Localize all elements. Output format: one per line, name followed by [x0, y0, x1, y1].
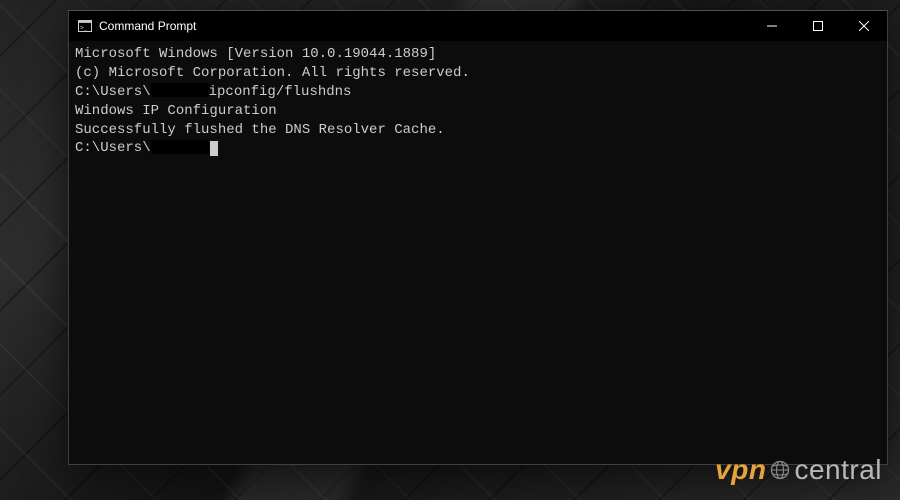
window-title: Command Prompt [99, 19, 749, 33]
cursor [210, 141, 218, 156]
maximize-button[interactable] [795, 11, 841, 41]
prompt-prefix: C:\Users\ [75, 84, 151, 100]
result-line: Successfully flushed the DNS Resolver Ca… [75, 121, 881, 140]
minimize-button[interactable] [749, 11, 795, 41]
redacted-username [151, 83, 209, 97]
version-line: Microsoft Windows [Version 10.0.19044.18… [75, 45, 881, 64]
command-text: ipconfig/flushdns [209, 84, 352, 100]
window-controls [749, 11, 887, 41]
command-prompt-window: >_ Command Prompt Microsoft Windows [Ver… [68, 10, 888, 465]
prompt-line-1: C:\Users\ ipconfig/flushdns [75, 83, 881, 102]
copyright-line: (c) Microsoft Corporation. All rights re… [75, 64, 881, 83]
svg-text:>_: >_ [80, 25, 88, 32]
redacted-username [151, 140, 209, 154]
heading-line: Windows IP Configuration [75, 102, 881, 121]
cmd-icon: >_ [77, 18, 93, 34]
prompt-line-2: C:\Users\ [75, 139, 881, 158]
prompt-prefix: C:\Users\ [75, 140, 151, 156]
terminal-output[interactable]: Microsoft Windows [Version 10.0.19044.18… [69, 41, 887, 464]
titlebar[interactable]: >_ Command Prompt [69, 11, 887, 41]
close-button[interactable] [841, 11, 887, 41]
